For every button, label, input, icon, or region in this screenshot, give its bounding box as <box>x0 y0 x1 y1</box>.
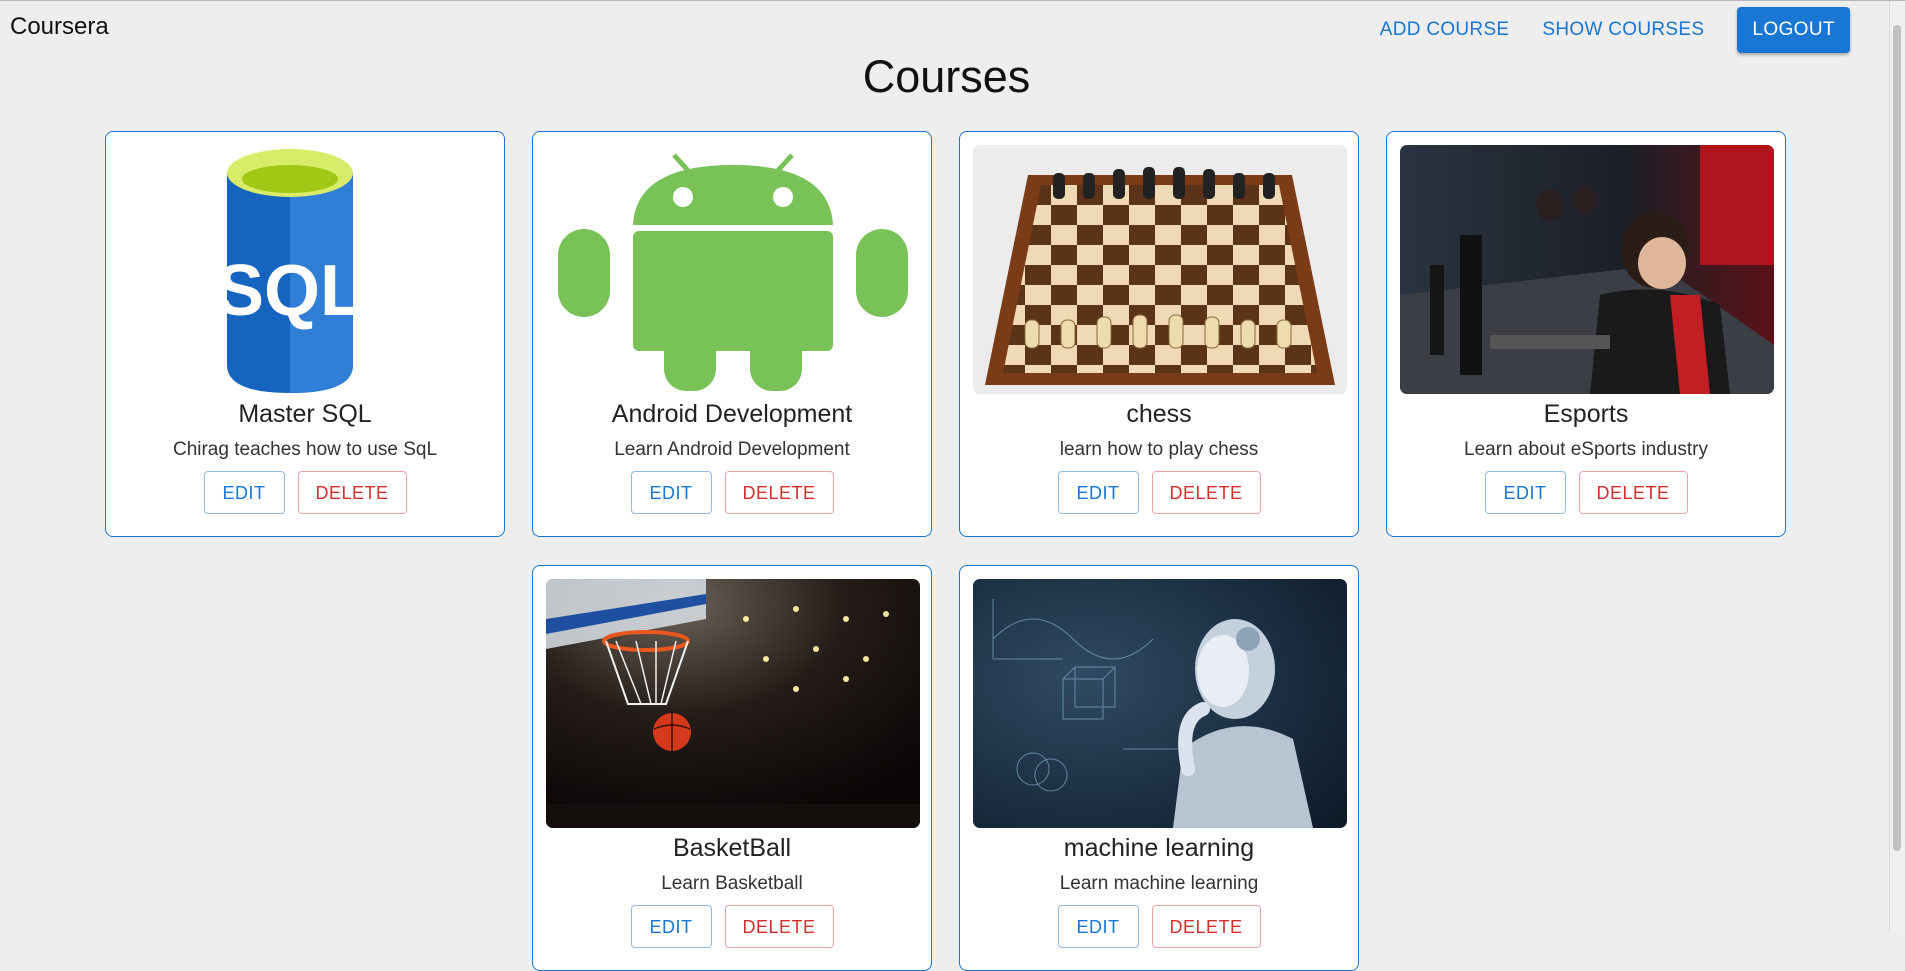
delete-button[interactable]: DELETE <box>1151 905 1261 948</box>
course-actions: EDIT DELETE <box>1387 471 1785 514</box>
scrollbar-thumb[interactable] <box>1893 25 1901 851</box>
edit-button[interactable]: EDIT <box>630 471 712 514</box>
course-card: Esports Learn about eSports industry EDI… <box>1386 131 1786 537</box>
delete-button[interactable]: DELETE <box>724 471 834 514</box>
course-actions: EDIT DELETE <box>960 471 1358 514</box>
svg-text:SQL: SQL <box>216 251 364 331</box>
android-robot-icon <box>546 145 920 394</box>
course-actions: EDIT DELETE <box>533 471 931 514</box>
basketball-hoop-photo <box>546 579 920 828</box>
course-description: Learn about eSports industry <box>1464 439 1708 460</box>
sql-database-icon: SQL <box>119 145 493 394</box>
edit-button[interactable]: EDIT <box>630 905 712 948</box>
course-title: chess <box>1126 400 1192 428</box>
app-brand[interactable]: Coursera <box>10 13 109 41</box>
show-courses-link[interactable]: SHOW COURSES <box>1542 19 1704 41</box>
delete-button[interactable]: DELETE <box>724 905 834 948</box>
course-card: chess learn how to play chess EDIT DELET… <box>959 131 1359 537</box>
edit-button[interactable]: EDIT <box>203 471 285 514</box>
course-title: Master SQL <box>238 400 372 428</box>
course-card: BasketBall Learn Basketball EDIT DELETE <box>532 565 932 971</box>
course-card: machine learning Learn machine learning … <box>959 565 1359 971</box>
course-description: learn how to play chess <box>1059 439 1259 460</box>
edit-button[interactable]: EDIT <box>1057 905 1139 948</box>
add-course-link[interactable]: ADD COURSE <box>1380 19 1510 41</box>
delete-button[interactable]: DELETE <box>1578 471 1688 514</box>
course-description: Learn Basketball <box>661 873 803 894</box>
top-nav: ADD COURSE SHOW COURSES LOGOUT <box>1380 7 1850 53</box>
esports-players-photo <box>1400 145 1774 394</box>
edit-button[interactable]: EDIT <box>1057 471 1139 514</box>
vertical-scrollbar[interactable] <box>1889 1 1905 931</box>
edit-button[interactable]: EDIT <box>1484 471 1566 514</box>
logout-button[interactable]: LOGOUT <box>1737 7 1850 53</box>
course-description: Chirag teaches how to use SqL <box>172 439 438 460</box>
course-description: Learn machine learning <box>1059 873 1259 894</box>
page-title: Courses <box>862 51 1031 102</box>
delete-button[interactable]: DELETE <box>1151 471 1261 514</box>
course-title: machine learning <box>1063 834 1255 862</box>
chess-board-photo <box>973 145 1347 394</box>
course-actions: EDIT DELETE <box>106 471 504 514</box>
delete-button[interactable]: DELETE <box>297 471 407 514</box>
course-title: BasketBall <box>672 834 792 862</box>
course-actions: EDIT DELETE <box>533 905 931 948</box>
course-description: Learn Android Development <box>614 439 850 460</box>
course-title: Esports <box>1543 400 1629 428</box>
course-actions: EDIT DELETE <box>960 905 1358 948</box>
robot-thinking-photo <box>973 579 1347 828</box>
course-title: Android Development <box>611 400 853 428</box>
course-card: SQL Master SQL Chirag teaches how to use… <box>105 131 505 537</box>
course-card: Android Development Learn Android Develo… <box>532 131 932 537</box>
